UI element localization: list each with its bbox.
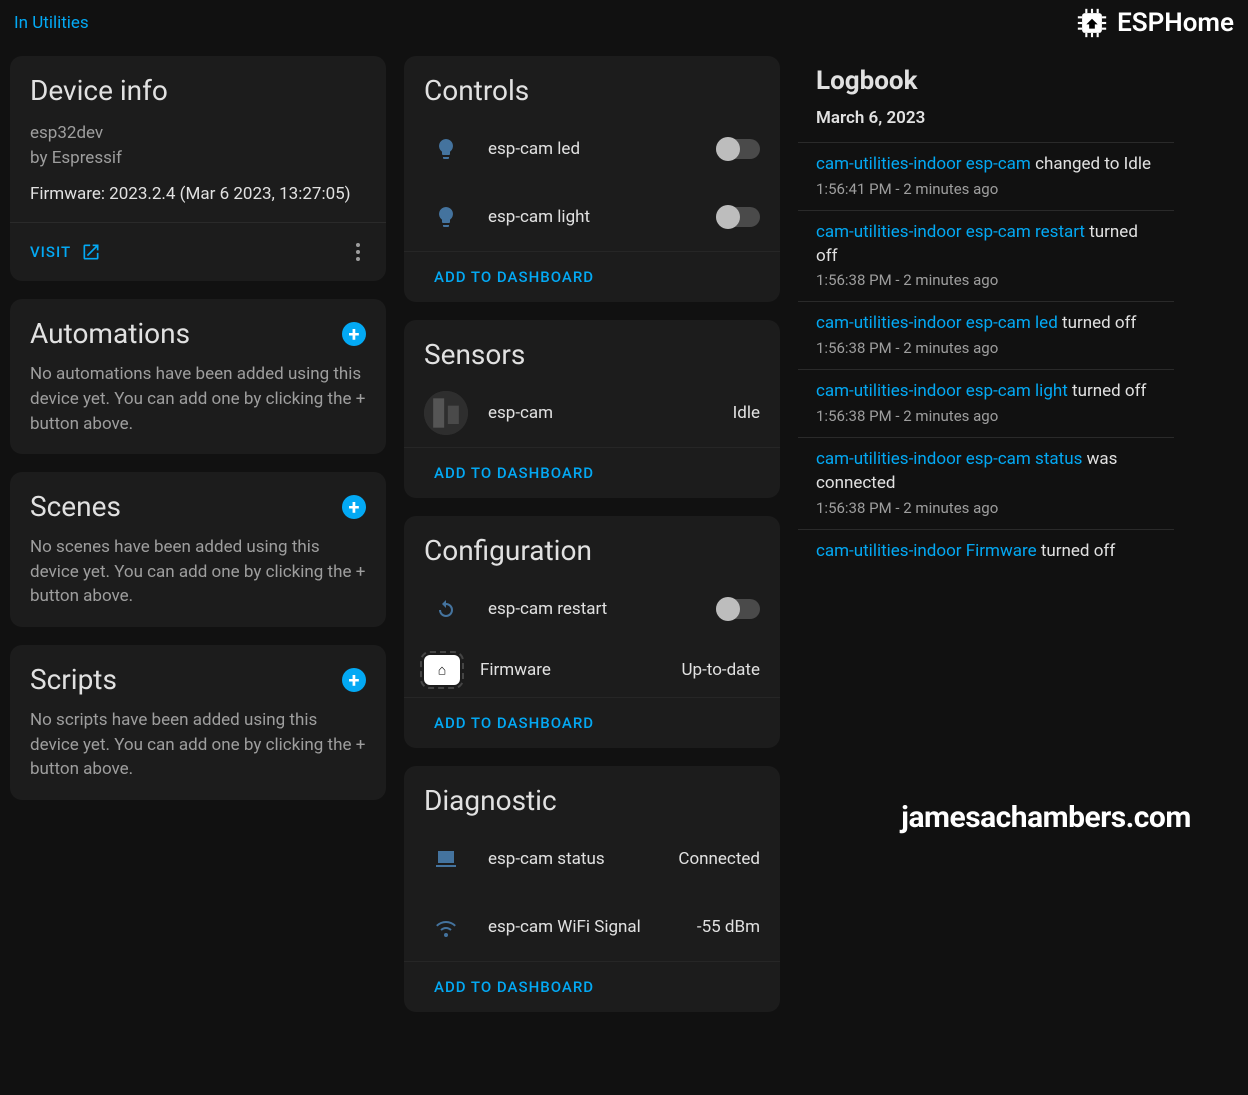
log-action: turned off — [1062, 313, 1136, 333]
watermark-text: jamesachambers.com — [858, 800, 1234, 835]
control-row-led[interactable]: esp-cam led — [404, 115, 780, 183]
log-entry[interactable]: cam-utilities-indoor esp-cam light turne… — [798, 369, 1174, 437]
control-led-label: esp-cam led — [488, 139, 696, 159]
diag-status-state: Connected — [678, 849, 760, 869]
log-time: 1:56:38 PM - 2 minutes ago — [816, 406, 1156, 427]
log-action: turned off — [1072, 381, 1146, 401]
log-action: turned off — [1041, 541, 1115, 561]
sensors-card: Sensors esp-cam Idle ADD TO DASHBOARD — [404, 320, 780, 498]
top-bar: In Utilities ESPHome — [0, 0, 1248, 46]
config-restart-toggle[interactable] — [716, 599, 760, 619]
log-entity-link[interactable]: cam-utilities-indoor esp-cam — [816, 154, 1031, 174]
log-entity-link[interactable]: cam-utilities-indoor esp-cam status — [816, 449, 1082, 469]
config-firmware-label: Firmware — [480, 660, 662, 680]
add-script-button[interactable]: + — [342, 668, 366, 692]
config-firmware-state: Up-to-date — [682, 660, 760, 680]
scripts-title: Scripts — [30, 663, 117, 696]
wifi-icon — [424, 905, 468, 949]
firmware-chip-icon: ⌂ — [424, 655, 460, 685]
log-time: 1:56:41 PM - 2 minutes ago — [816, 179, 1156, 200]
diag-wifi-label: esp-cam WiFi Signal — [488, 917, 677, 937]
more-menu-button[interactable] — [350, 237, 366, 267]
logbook-card: Logbook March 6, 2023 cam-utilities-indo… — [798, 56, 1174, 573]
controls-add-dashboard-button[interactable]: ADD TO DASHBOARD — [404, 251, 780, 302]
control-light-toggle[interactable] — [716, 207, 760, 227]
log-entry[interactable]: cam-utilities-indoor esp-cam restart tur… — [798, 210, 1174, 302]
lightbulb-icon — [424, 127, 468, 171]
log-entity-link[interactable]: cam-utilities-indoor esp-cam light — [816, 381, 1068, 401]
sensor-cam-state: Idle — [733, 403, 760, 423]
diag-row-wifi[interactable]: esp-cam WiFi Signal -55 dBm — [404, 893, 780, 961]
log-entity-link[interactable]: cam-utilities-indoor esp-cam restart — [816, 222, 1085, 242]
sensor-cam-label: esp-cam — [488, 403, 713, 423]
diag-status-label: esp-cam status — [488, 849, 658, 869]
controls-card: Controls esp-cam led esp-cam light ADD T… — [404, 56, 780, 302]
brand-logo: ESPHome — [1075, 6, 1234, 40]
log-entity-link[interactable]: cam-utilities-indoor esp-cam led — [816, 313, 1058, 333]
device-model: esp32dev — [30, 121, 366, 146]
configuration-card: Configuration esp-cam restart ⌂ Firmware… — [404, 516, 780, 748]
control-row-light[interactable]: esp-cam light — [404, 183, 780, 251]
control-led-toggle[interactable] — [716, 139, 760, 159]
log-entry[interactable]: cam-utilities-indoor esp-cam status was … — [798, 437, 1174, 529]
logbook-date: March 6, 2023 — [798, 102, 1174, 142]
sensors-title: Sensors — [424, 338, 760, 371]
log-entry[interactable]: cam-utilities-indoor esp-cam changed to … — [798, 142, 1174, 210]
controls-title: Controls — [424, 74, 760, 107]
sensors-add-dashboard-button[interactable]: ADD TO DASHBOARD — [404, 447, 780, 498]
brand-name: ESPHome — [1117, 8, 1234, 38]
log-entry[interactable]: cam-utilities-indoor esp-cam led turned … — [798, 301, 1174, 369]
diagnostic-title: Diagnostic — [424, 784, 760, 817]
device-manufacturer: by Espressif — [30, 146, 366, 171]
add-scene-button[interactable]: + — [342, 495, 366, 519]
visit-button-label: VISIT — [30, 243, 71, 261]
breadcrumb[interactable]: In Utilities — [14, 13, 89, 33]
log-time: 1:56:38 PM - 2 minutes ago — [816, 270, 1156, 291]
log-time: 1:56:38 PM - 2 minutes ago — [816, 498, 1156, 519]
config-restart-label: esp-cam restart — [488, 599, 696, 619]
status-icon — [424, 837, 468, 881]
scenes-title: Scenes — [30, 490, 121, 523]
configuration-add-dashboard-button[interactable]: ADD TO DASHBOARD — [404, 697, 780, 748]
configuration-title: Configuration — [424, 534, 760, 567]
chip-icon — [1075, 6, 1109, 40]
control-light-label: esp-cam light — [488, 207, 696, 227]
diagnostic-add-dashboard-button[interactable]: ADD TO DASHBOARD — [404, 961, 780, 1012]
config-row-restart[interactable]: esp-cam restart — [404, 575, 780, 643]
diagnostic-card: Diagnostic esp-cam status Connected esp-… — [404, 766, 780, 1012]
scripts-card: Scripts + No scripts have been added usi… — [10, 645, 386, 800]
log-time: 1:56:38 PM - 2 minutes ago — [816, 338, 1156, 359]
visit-button[interactable]: VISIT — [30, 242, 101, 262]
scenes-empty-text: No scenes have been added using this dev… — [30, 535, 366, 609]
scripts-empty-text: No scripts have been added using this de… — [30, 708, 366, 782]
scenes-card: Scenes + No scenes have been added using… — [10, 472, 386, 627]
log-action: changed to Idle — [1035, 154, 1151, 174]
automations-empty-text: No automations have been added using thi… — [30, 362, 366, 436]
device-info-card: Device info esp32dev by Espressif Firmwa… — [10, 56, 386, 281]
sensor-row-cam[interactable]: esp-cam Idle — [404, 379, 780, 447]
device-firmware: Firmware: 2023.2.4 (Mar 6 2023, 13:27:05… — [30, 184, 366, 204]
config-row-firmware[interactable]: ⌂ Firmware Up-to-date — [404, 643, 780, 697]
diag-row-status[interactable]: esp-cam status Connected — [404, 825, 780, 893]
diag-wifi-state: -55 dBm — [697, 917, 760, 937]
automations-title: Automations — [30, 317, 190, 350]
log-entry[interactable]: cam-utilities-indoor Firmware turned off — [798, 529, 1174, 574]
device-info-title: Device info — [30, 74, 366, 107]
lightbulb-icon — [424, 195, 468, 239]
restart-icon — [424, 587, 468, 631]
automations-card: Automations + No automations have been a… — [10, 299, 386, 454]
logbook-title: Logbook — [798, 56, 1174, 102]
add-automation-button[interactable]: + — [342, 322, 366, 346]
camera-thumbnail-icon — [424, 391, 468, 435]
log-entity-link[interactable]: cam-utilities-indoor Firmware — [816, 541, 1037, 561]
open-in-new-icon — [81, 242, 101, 262]
